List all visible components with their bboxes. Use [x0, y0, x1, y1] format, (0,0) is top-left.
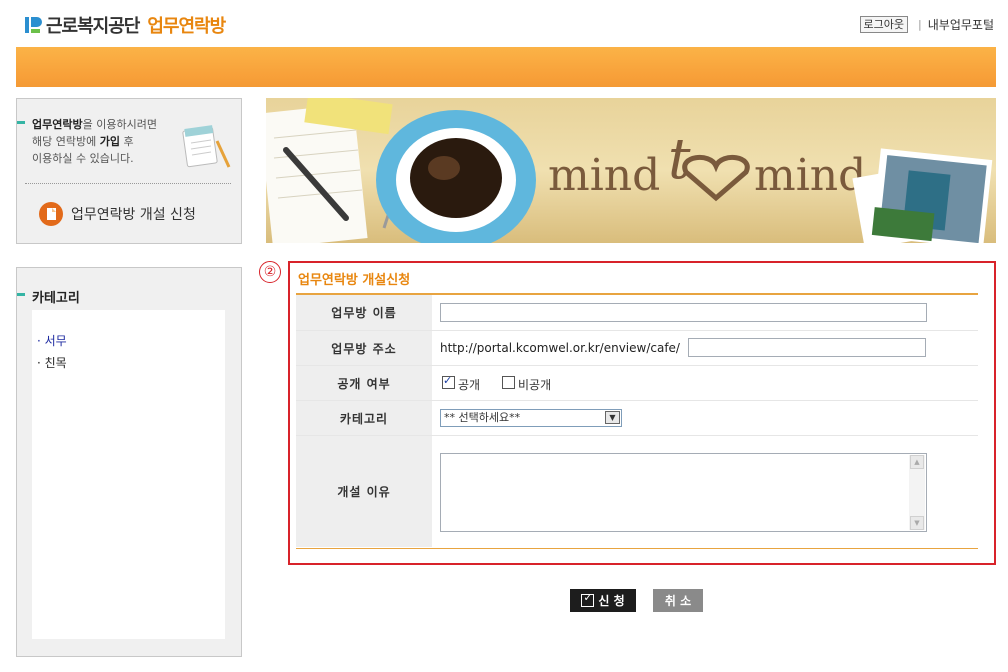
- form-title: 업무연락방 개설신청: [298, 273, 411, 288]
- submit-button[interactable]: 신 청: [570, 589, 636, 612]
- app-name: 업무연락방: [147, 16, 226, 37]
- info-text-line2-post: 후: [119, 135, 134, 148]
- info-text-bold: 업무연락방: [32, 118, 83, 131]
- section-dash: [17, 293, 25, 296]
- textarea-scrollbar[interactable]: ▲ ▼: [909, 455, 925, 530]
- submit-label: 신 청: [598, 594, 625, 608]
- step-number: ②: [259, 261, 281, 283]
- public-row: 공개 여부 공개 비공개: [296, 366, 978, 401]
- banner-text-left: mind: [548, 150, 660, 201]
- info-text-line3: 이용하실 수 있습니다.: [32, 152, 134, 165]
- open-request-form: 업무연락방 개설신청 업무방 이름 업무방 주소 http://portal.k…: [288, 261, 996, 565]
- category-label: 카테고리: [296, 401, 432, 435]
- address-input[interactable]: [688, 338, 926, 357]
- category-selected-value: ** 선택하세요**: [444, 411, 521, 424]
- scroll-up-icon[interactable]: ▲: [910, 455, 924, 469]
- category-item-label: 친목: [44, 356, 67, 370]
- logout-button[interactable]: 로그아웃: [859, 16, 909, 33]
- info-text: 업무연락방을 이용하시려면 해당 연락방에 가입 후 이용하실 수 있습니다.: [32, 116, 182, 167]
- reason-label: 개설 이유: [296, 436, 432, 547]
- internal-portal-link[interactable]: 내부업무포털: [928, 16, 994, 33]
- name-input[interactable]: [440, 303, 927, 322]
- section-dash: [17, 121, 25, 124]
- memo-pad-icon: [182, 125, 231, 168]
- cancel-button[interactable]: 취 소: [653, 589, 703, 612]
- nav-separator: |: [918, 18, 922, 31]
- info-text-line2-bold: 가입: [99, 135, 120, 148]
- category-list: · 서무 · 친목: [32, 310, 225, 639]
- reason-row: 개설 이유 ▲ ▼: [296, 436, 978, 547]
- category-select[interactable]: ** 선택하세요** ▼: [440, 409, 622, 427]
- mind-to-mind-banner: mind t mind: [266, 98, 996, 243]
- public-option-label: 공개: [458, 378, 481, 392]
- public-label: 공개 여부: [296, 366, 432, 400]
- name-label: 업무방 이름: [296, 295, 432, 330]
- address-prefix: http://portal.kcomwel.or.kr/enview/cafe/: [440, 341, 680, 355]
- kcomwel-logo-icon: [25, 17, 42, 33]
- document-icon: [39, 202, 63, 226]
- reason-textarea[interactable]: ▲ ▼: [440, 453, 927, 532]
- info-divider: [25, 183, 231, 184]
- app-logo[interactable]: 근로복지공단 업무연락방: [24, 12, 226, 38]
- scroll-down-icon[interactable]: ▼: [910, 516, 924, 530]
- dropdown-arrow-icon[interactable]: ▼: [605, 411, 620, 424]
- public-checkbox[interactable]: [442, 374, 455, 389]
- info-text-line2-pre: 해당 연락방에: [32, 135, 100, 148]
- category-title: 카테고리: [32, 291, 80, 306]
- info-text-line1: 을 이용하시려면: [82, 118, 157, 131]
- open-request-label: 업무연락방 개설 신청: [71, 207, 196, 223]
- category-item-label: 서무: [44, 334, 67, 348]
- category-item-seomu[interactable]: · 서무: [37, 332, 67, 349]
- name-row: 업무방 이름: [296, 295, 978, 331]
- address-label: 업무방 주소: [296, 331, 432, 365]
- form-bottom-line: [296, 548, 978, 549]
- banner-text-right: mind: [754, 150, 866, 201]
- header-bar: [16, 47, 996, 87]
- check-icon: [581, 591, 595, 607]
- top-navigation: 로그아웃 | 내부업무포털: [859, 16, 994, 33]
- sidebar-info-box: 업무연락방을 이용하시려면 해당 연락방에 가입 후 이용하실 수 있습니다. …: [16, 98, 242, 244]
- category-item-chinmok[interactable]: · 친목: [37, 354, 67, 371]
- private-option-label: 비공개: [518, 378, 552, 392]
- category-panel: 카테고리 · 서무 · 친목: [16, 267, 242, 657]
- category-row: 카테고리 ** 선택하세요** ▼: [296, 401, 978, 436]
- private-checkbox[interactable]: [502, 376, 515, 389]
- open-request-link[interactable]: 업무연락방 개설 신청: [39, 202, 196, 226]
- org-name: 근로복지공단: [46, 16, 140, 37]
- address-row: 업무방 주소 http://portal.kcomwel.or.kr/envie…: [296, 331, 978, 366]
- cancel-label: 취 소: [664, 594, 692, 608]
